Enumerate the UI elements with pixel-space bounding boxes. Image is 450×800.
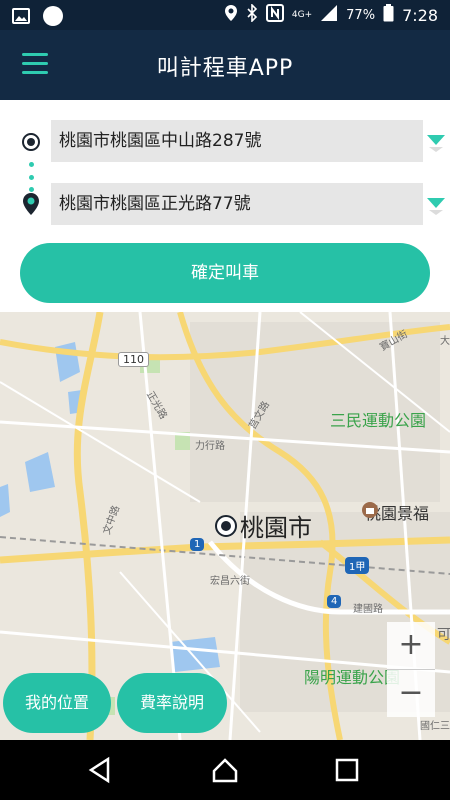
highway-shield-1a: 1甲: [345, 557, 370, 574]
battery-icon: [383, 4, 394, 26]
park-label-yangming: 陽明運動公園: [304, 668, 401, 687]
home-icon[interactable]: [211, 756, 239, 784]
park-label-sanmin: 三民運動公園: [330, 411, 427, 430]
zoom-out-button[interactable]: −: [387, 670, 435, 717]
origin-radio-icon: [21, 132, 41, 156]
image-notification-icon: [12, 8, 30, 28]
network-type: 4G+: [291, 10, 313, 20]
nfc-icon: [265, 4, 284, 26]
location-status-icon: [224, 4, 238, 26]
city-label: 桃園市: [240, 514, 312, 542]
map-edge-label-da: 大: [440, 336, 450, 347]
app-title: 叫計程車APP: [156, 56, 294, 81]
road-label-jianguo: 建國路: [353, 604, 383, 615]
my-location-button[interactable]: 我的位置: [3, 673, 111, 733]
back-icon[interactable]: [86, 756, 114, 784]
circle-notification-icon: [42, 5, 64, 31]
destination-dropdown-icon[interactable]: [425, 194, 447, 216]
destination-pin-icon: [22, 192, 40, 220]
confirm-taxi-button[interactable]: 確定叫車: [20, 243, 430, 303]
fare-info-button[interactable]: 費率說明: [117, 673, 227, 733]
zoom-in-button[interactable]: +: [387, 622, 435, 669]
highway-shield-1: 1: [190, 538, 205, 551]
origin-input[interactable]: 桃園市桃園區中山路287號: [51, 120, 423, 162]
system-nav-bar: [0, 740, 450, 800]
app-bar: 叫計程車APP: [0, 30, 450, 100]
origin-row: 桃園市桃園區中山路287號: [0, 120, 450, 162]
destination-row: 桃園市桃園區正光路77號: [0, 183, 450, 225]
route-panel: 桃園市桃園區中山路287號 桃園市桃園區正光路77號 確定叫車: [0, 100, 450, 306]
map-edge-label-guoren: 國仁三: [420, 721, 450, 732]
recents-icon[interactable]: [333, 756, 361, 784]
signal-icon: [320, 4, 338, 26]
route-number-110: 110: [118, 352, 149, 367]
status-bar: 4G+ 77% 7:28: [0, 0, 450, 30]
battery-percent: 77%: [346, 7, 376, 23]
destination-input[interactable]: 桃園市桃園區正光路77號: [51, 183, 423, 225]
highway-shield-4: 4: [327, 595, 342, 608]
zoom-controls: + −: [387, 622, 435, 717]
clock: 7:28: [402, 5, 438, 25]
bluetooth-icon: [246, 3, 258, 26]
map-edge-label-ke: 可: [437, 627, 450, 643]
road-label-lixing: 力行路: [195, 441, 225, 452]
origin-dropdown-icon[interactable]: [425, 131, 447, 153]
road-label-hongchang6: 宏昌六街: [210, 576, 250, 587]
